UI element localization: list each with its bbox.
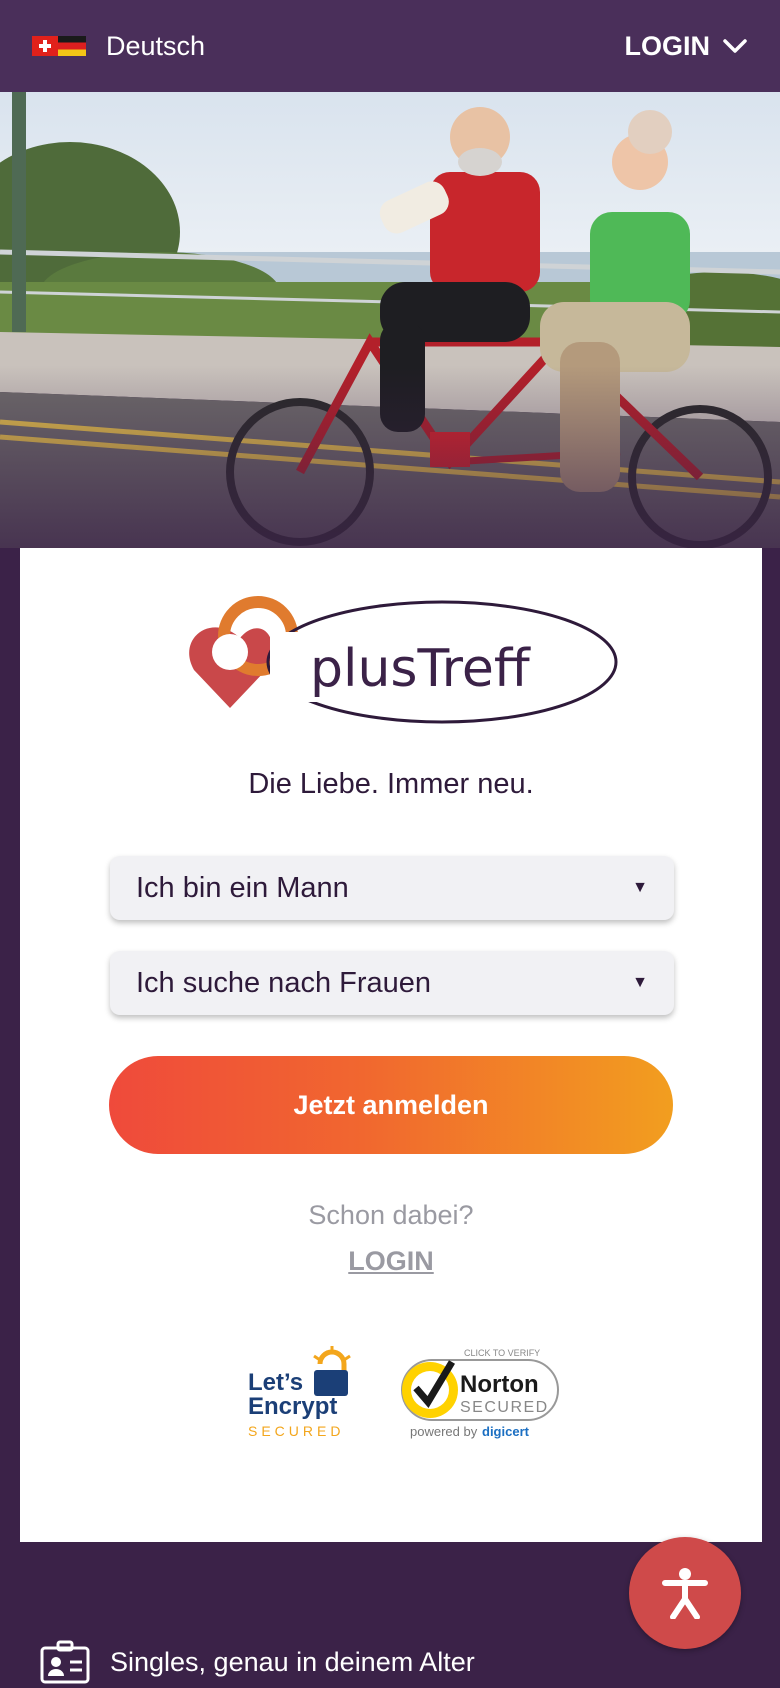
svg-text:CLICK TO VERIFY: CLICK TO VERIFY xyxy=(464,1348,540,1358)
caret-down-icon: ▼ xyxy=(632,879,648,896)
accessibility-button[interactable] xyxy=(629,1537,741,1649)
svg-text:powered by: powered by xyxy=(410,1424,478,1439)
lock-icon xyxy=(313,1346,351,1396)
login-menu-label: LOGIN xyxy=(624,30,711,61)
swiss-flag-icon xyxy=(32,36,58,56)
svg-text:Let’s: Let’s xyxy=(248,1369,303,1396)
register-button[interactable]: Jetzt anmelden xyxy=(109,1056,673,1154)
plustreff-logo: plusTreff xyxy=(189,596,618,724)
accessibility-icon xyxy=(662,1568,708,1619)
svg-text:digicert: digicert xyxy=(482,1424,530,1439)
feature-text: Singles, genau in deinem Alter xyxy=(110,1646,475,1677)
login-menu-button[interactable]: LOGIN xyxy=(625,31,749,62)
svg-text:Encrypt: Encrypt xyxy=(248,1393,337,1420)
already-member-text: Schon dabei? xyxy=(308,1200,474,1230)
registration-card: plusTreff Die Liebe. Immer neu. Ich bin … xyxy=(20,548,762,1542)
tagline: Die Liebe. Immer neu. xyxy=(248,768,534,800)
svg-text:Norton: Norton xyxy=(460,1371,539,1398)
language-selector[interactable]: Deutsch xyxy=(32,31,205,62)
german-flag-icon xyxy=(58,36,86,56)
top-bar: Deutsch LOGIN xyxy=(0,0,780,92)
svg-text:SECURED: SECURED xyxy=(248,1423,344,1439)
gender-select-value: Ich bin ein Mann xyxy=(136,871,349,904)
language-label: Deutsch xyxy=(106,30,206,61)
feature-item: Singles, genau in deinem Alter xyxy=(40,1640,475,1684)
seeking-select-value: Ich suche nach Frauen xyxy=(136,966,432,999)
letsencrypt-badge[interactable]: Let’s Encrypt SECURED xyxy=(246,1344,358,1440)
seeking-select[interactable]: Ich suche nach Frauen ▼ xyxy=(110,951,674,1015)
flag-icons xyxy=(32,36,86,56)
gender-select[interactable]: Ich bin ein Mann ▼ xyxy=(110,856,674,920)
svg-text:SECURED: SECURED xyxy=(460,1399,549,1416)
svg-text:plusTreff: plusTreff xyxy=(310,639,531,699)
norton-badge[interactable]: CLICK TO VERIFY Norton SECURED powered b… xyxy=(394,1348,562,1440)
chevron-down-icon xyxy=(723,39,747,53)
caret-down-icon: ▼ xyxy=(632,974,648,991)
hero-image xyxy=(0,92,780,548)
id-card-icon xyxy=(40,1640,90,1684)
login-link[interactable]: LOGIN xyxy=(20,1246,762,1277)
